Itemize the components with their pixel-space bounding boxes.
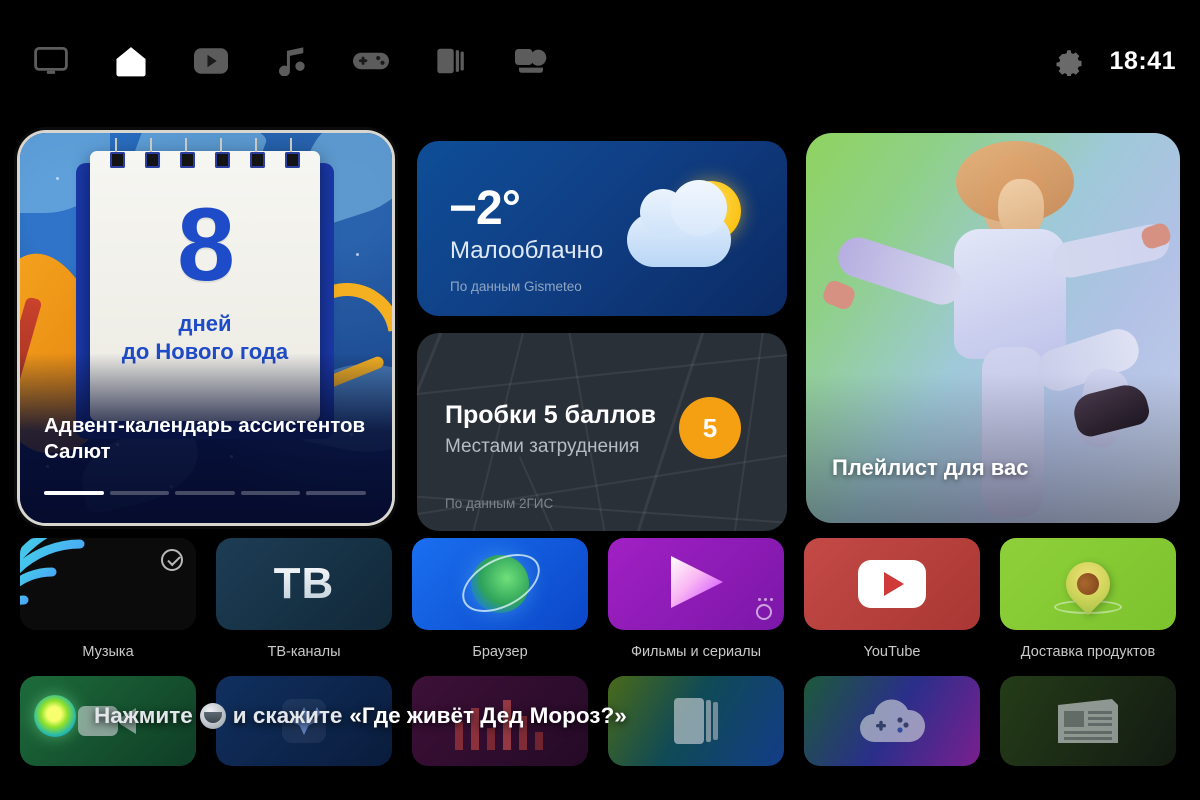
app-tile-food-delivery[interactable]: [1000, 538, 1176, 630]
traffic-title: Пробки 5 баллов: [445, 401, 657, 429]
app-tile-music[interactable]: [20, 538, 196, 630]
traffic-subtitle: Местами затруднения: [445, 436, 640, 457]
youtube-play-triangle: [884, 572, 904, 596]
nav-item-home[interactable]: [100, 32, 162, 90]
bottom-app-video-call[interactable]: [20, 676, 196, 766]
advent-calendar-card[interactable]: ♪ ♫ 8 дней до Нового года Адвент-календа…: [20, 133, 392, 523]
app-label: Музыка: [82, 644, 134, 660]
progress-segment: [44, 491, 104, 495]
nav-item-music[interactable]: [260, 32, 322, 90]
video-call-icon: [78, 706, 136, 736]
tv-text-icon: ТВ: [273, 559, 335, 608]
top-bar: 18:41: [0, 0, 1200, 122]
app-label: ТВ-каналы: [267, 644, 341, 660]
app-tile-youtube[interactable]: [804, 538, 980, 630]
playlist-card[interactable]: Плейлист для вас: [806, 133, 1180, 523]
sparkle-icon: [282, 699, 326, 743]
app-youtube[interactable]: YouTube: [804, 538, 980, 660]
app-tile-browser[interactable]: [412, 538, 588, 630]
traffic-card[interactable]: Пробки 5 баллов Местами затруднения По д…: [417, 333, 787, 531]
app-tile-tv-channels[interactable]: ТВ: [216, 538, 392, 630]
books-icon: [437, 48, 464, 74]
gamepad-icon: [353, 52, 389, 70]
progress-segment: [306, 491, 366, 495]
widget-row: ♪ ♫ 8 дней до Нового года Адвент-календа…: [0, 122, 1200, 532]
settings-button[interactable]: [1054, 46, 1084, 76]
days-word: дней: [178, 311, 232, 336]
okko-dots-icon: [758, 598, 773, 601]
app-label: Браузер: [472, 644, 528, 660]
bottom-app-equalizer[interactable]: [412, 676, 588, 766]
progress-segment: [109, 491, 170, 495]
cloud-gaming-icon: [860, 699, 926, 742]
carousel-progress[interactable]: [44, 491, 366, 495]
bottom-app-news[interactable]: [1000, 676, 1176, 766]
video-play-icon: [194, 48, 228, 74]
traffic-source: По данным 2ГИС: [445, 496, 554, 511]
weather-card[interactable]: −2° Малооблачно По данным Gismeteo: [417, 141, 787, 316]
nav-item-games[interactable]: [340, 32, 402, 90]
news-icon: [1058, 699, 1118, 743]
bottom-app-sparkle[interactable]: [216, 676, 392, 766]
playlist-title: Плейлист для вас: [832, 455, 1029, 480]
weather-source: По данным Gismeteo: [450, 279, 582, 294]
youtube-icon: [858, 560, 926, 608]
equalizer-icon: [455, 700, 543, 750]
weather-condition: Малооблачно: [450, 237, 604, 264]
playlist-gradient: [806, 373, 1180, 523]
weather-temperature: −2°: [449, 182, 521, 235]
app-food-delivery[interactable]: Доставка продуктов: [1000, 538, 1176, 660]
app-films[interactable]: Фильмы и сериалы: [608, 538, 784, 660]
check-circle-icon: [161, 549, 183, 571]
progress-segment: [240, 491, 301, 495]
app-row: Музыка ТВ ТВ-каналы Браузер Фильмы и сер…: [0, 532, 1200, 670]
play-triangle-icon: [665, 550, 727, 619]
bottom-app-cloud-gaming[interactable]: [804, 676, 980, 766]
nav-item-video[interactable]: [180, 32, 242, 90]
app-tv-channels[interactable]: ТВ ТВ-каналы: [216, 538, 392, 660]
calendar-rings: [90, 138, 320, 168]
app-label: Доставка продуктов: [1020, 644, 1156, 660]
sun-behind-cloud-icon: [627, 180, 747, 271]
days-number: 8: [177, 187, 235, 303]
music-note-icon: [279, 47, 305, 76]
bottom-app-row: [0, 676, 1200, 800]
nav-item-library[interactable]: [420, 32, 482, 90]
main-nav: [0, 32, 562, 90]
app-tile-films[interactable]: [608, 538, 784, 630]
progress-segment: [175, 491, 235, 495]
globe-orbit-icon: [452, 542, 550, 624]
top-bar-right: 18:41: [1054, 0, 1176, 122]
nav-item-tv-input[interactable]: [20, 32, 82, 90]
orbit-ring: [452, 542, 550, 624]
app-label: Фильмы и сериалы: [630, 644, 762, 660]
app-browser[interactable]: Браузер: [412, 538, 588, 660]
app-music[interactable]: Музыка: [20, 538, 196, 660]
books-stack-icon: [674, 698, 718, 744]
advent-title: Адвент-календарь ассистентов Салют: [44, 413, 366, 463]
apps-icon: [515, 49, 547, 73]
nav-item-apps[interactable]: [500, 32, 562, 90]
cloud-icon: [627, 180, 731, 267]
okko-ring-icon: [756, 604, 772, 620]
bottom-app-books[interactable]: [608, 676, 784, 766]
clock: 18:41: [1109, 46, 1176, 75]
traffic-score-badge: 5: [679, 397, 741, 459]
app-label: YouTube: [863, 644, 921, 660]
home-icon: [116, 47, 146, 77]
tv-icon: [34, 47, 68, 74]
gear-icon: [1056, 50, 1082, 76]
